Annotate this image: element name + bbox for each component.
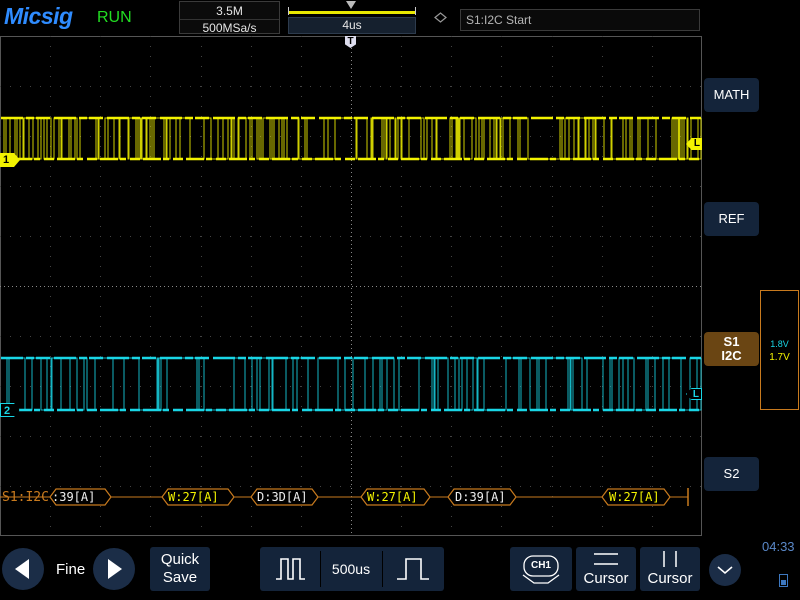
ch1-chip-label: CH1 [530, 560, 551, 571]
chevron-down-icon [717, 566, 733, 575]
diamond-icon[interactable] [434, 11, 447, 24]
i2c-label: I2C [721, 348, 742, 363]
acquisition-box[interactable]: 3.5M 500MSa/s [179, 1, 280, 35]
ch2-threshold: 1.8V [770, 339, 789, 349]
left-arrow-button[interactable] [2, 548, 44, 590]
ch1-button[interactable]: CH1 [510, 547, 572, 591]
cursor-vertical-icon [663, 551, 677, 567]
trigger-position-icon [346, 1, 356, 9]
decode-frame: W:27[A] [168, 490, 219, 504]
left-arrow-icon [15, 559, 29, 579]
timebase-scale: 4us [288, 17, 416, 34]
memory-depth: 3.5M [216, 4, 243, 18]
s1-label: S1 [723, 334, 740, 349]
top-status-bar: Micsig RUN 3.5M 500MSa/s 4us S1:I2C Star… [0, 0, 800, 36]
decode-frame: D:3D[A] [257, 490, 308, 504]
sample-rate: 500MSa/s [180, 19, 279, 35]
ref-button[interactable]: REF [704, 202, 759, 236]
bus-label: S1:I2C [2, 490, 49, 505]
pulse-narrow-icon[interactable] [383, 547, 443, 591]
cursor-horizontal-button[interactable]: Cursor [576, 547, 636, 591]
pulse-wide-icon[interactable] [260, 547, 320, 591]
run-state[interactable]: RUN [97, 9, 132, 27]
s2-button[interactable]: S2 [704, 457, 759, 491]
cursor-vertical-button[interactable]: Cursor [640, 547, 700, 591]
bottom-toolbar: Fine Quick Save 500us CH1 Cursor Cursor … [0, 537, 800, 600]
s1-i2c-button[interactable]: S1 I2C [704, 332, 759, 366]
fine-label[interactable]: Fine [56, 561, 85, 578]
quick-save-line2: Save [162, 569, 198, 586]
quick-save-line1: Quick [160, 551, 200, 568]
memory-window-bar [288, 7, 416, 15]
right-arrow-icon [108, 559, 122, 579]
right-arrow-button[interactable] [93, 548, 135, 590]
timebase-control: 500us [260, 547, 444, 591]
quick-save-button[interactable]: Quick Save [150, 547, 210, 591]
timebase-indicator[interactable]: 4us [288, 1, 416, 34]
math-button[interactable]: MATH [704, 78, 759, 112]
battery-icon [779, 574, 788, 587]
decode-frame: :39[A] [52, 490, 96, 504]
waveform-display[interactable]: T 1 2 L L S1:I2C :39[A] W:27[A] D:3D[A] … [0, 36, 702, 536]
cursor-horizontal-icon [594, 553, 618, 565]
timebase-value[interactable]: 500us [320, 547, 382, 591]
trigger-info[interactable]: S1:I2C Start [460, 9, 700, 31]
decode-frame: W:27[A] [609, 490, 660, 504]
ch1-threshold: 1.7V [769, 352, 790, 363]
brand-logo: Micsig [4, 3, 73, 29]
threshold-box[interactable]: 1.8V 1.7V [760, 290, 799, 410]
waveform-canvas [0, 36, 702, 536]
decode-frame: W:27[A] [367, 490, 418, 504]
clock: 04:33 [762, 539, 795, 554]
more-button[interactable] [709, 554, 741, 586]
cursor-label: Cursor [583, 570, 629, 587]
cursor-label: Cursor [647, 570, 693, 587]
decode-frame: D:39[A] [455, 490, 506, 504]
